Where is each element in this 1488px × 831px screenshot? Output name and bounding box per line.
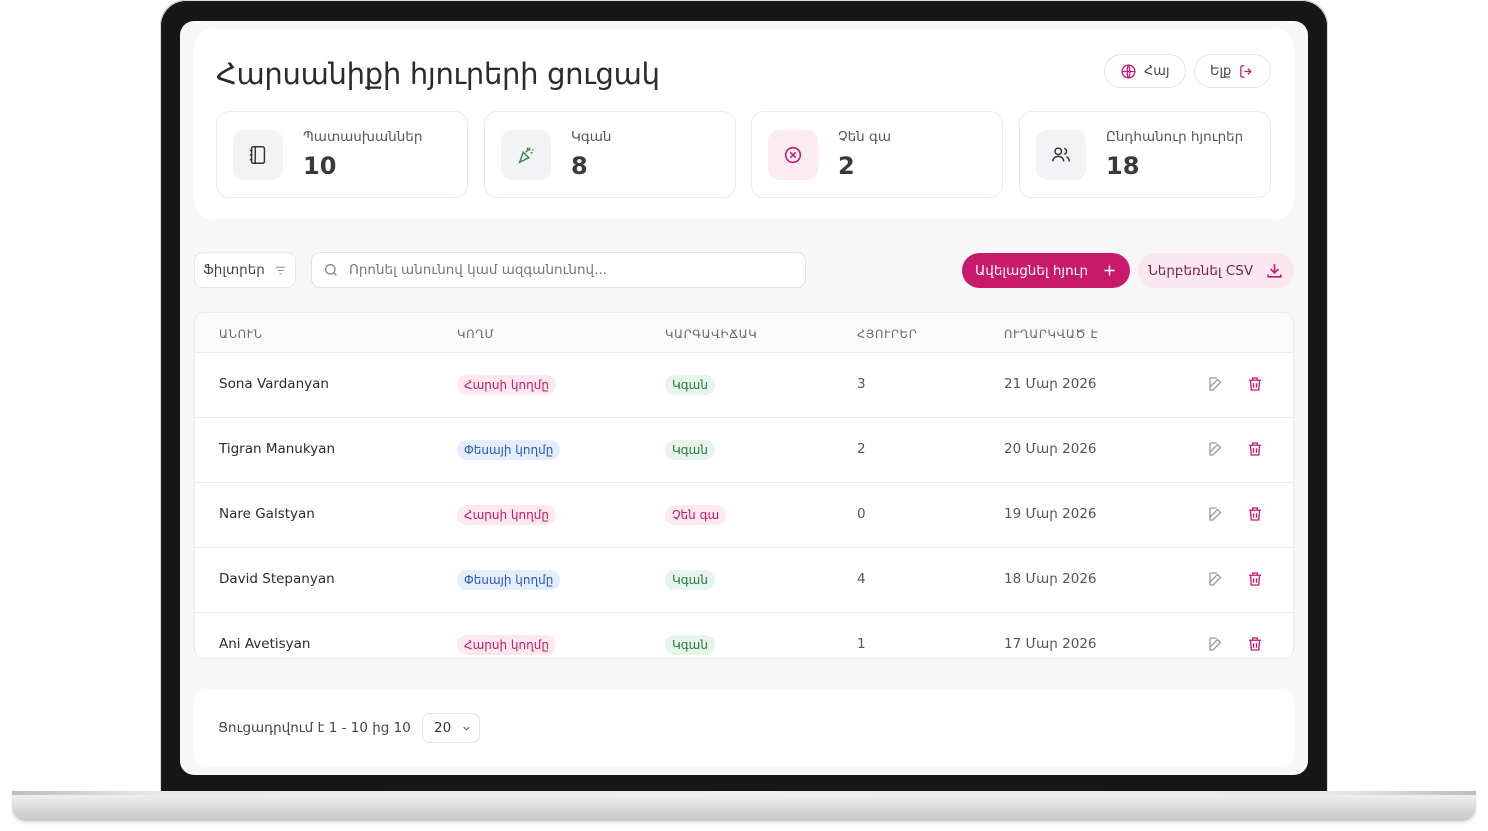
table-row: Nare Galstyan Հարսի կողմը Չեն գա 0 19 Մա… (195, 483, 1293, 548)
column-header-side[interactable]: ԿՈՂՄ (457, 327, 494, 341)
guest-count: 3 (857, 376, 866, 392)
filter-lines-icon (275, 266, 286, 274)
edit-icon[interactable] (1207, 505, 1225, 523)
stat-value: 8 (571, 152, 588, 180)
guests-table: ԱՆՈՒՆ ԿՈՂՄ ԿԱՐԳԱՎԻՃԱԿ ՀՅՈՒՐԵՐ ՈՒՂԱՐԿՎԱԾ … (194, 312, 1294, 659)
edit-icon[interactable] (1207, 635, 1225, 653)
add-guest-button[interactable]: Ավելացնել հյուր (962, 253, 1130, 288)
status-badge: Կգան (665, 375, 715, 395)
stat-label: Պատասխաններ (303, 129, 423, 145)
delete-icon[interactable] (1246, 570, 1264, 588)
stat-label: Չեն գա (838, 129, 892, 145)
search-box[interactable] (311, 252, 806, 288)
guest-count: 2 (857, 441, 866, 457)
table-row: Sona Vardanyan Հարսի կողմը Կգան 3 21 Մար… (195, 353, 1293, 418)
guest-count: 4 (857, 571, 866, 587)
guest-name: Tigran Manukyan (219, 441, 336, 457)
guest-name: David Stepanyan (219, 571, 335, 587)
stat-declined: Չեն գա 2 (751, 111, 1003, 198)
language-button[interactable]: Հայ (1104, 54, 1186, 88)
guest-count: 0 (857, 506, 866, 522)
laptop-base (12, 791, 1476, 821)
stat-total-guests: Ընդհանուր հյուրեր 18 (1019, 111, 1271, 198)
delete-icon[interactable] (1246, 375, 1264, 393)
table-header: ԱՆՈՒՆ ԿՈՂՄ ԿԱՐԳԱՎԻՃԱԿ ՀՅՈՒՐԵՐ ՈՒՂԱՐԿՎԱԾ … (195, 313, 1293, 353)
pagination-summary: Ցուցադրվում է 1 - 10 ից 10 (218, 720, 411, 736)
filters-button[interactable]: Ֆիլտրեր (194, 252, 296, 288)
status-badge: Կգան (665, 635, 715, 655)
sent-date: 17 Մար 2026 (1004, 636, 1097, 652)
filters-label: Ֆիլտրեր (203, 262, 265, 278)
globe-icon (1121, 63, 1136, 79)
app-screen: Հարսանիքի հյուրերի ցուցակ Հայ Ելք Պատասխ… (180, 21, 1308, 775)
status-badge: Կգան (665, 440, 715, 460)
column-header-name[interactable]: ԱՆՈՒՆ (219, 327, 263, 341)
search-icon (325, 264, 337, 276)
guest-name: Sona Vardanyan (219, 376, 329, 392)
side-badge: Հարսի կողմը (457, 635, 556, 655)
guest-count: 1 (857, 636, 866, 652)
side-badge: Հարսի կողմը (457, 375, 556, 395)
sent-date: 21 Մար 2026 (1004, 376, 1097, 392)
logout-icon (1240, 64, 1252, 78)
add-guest-label: Ավելացնել հյուր (974, 262, 1089, 279)
edit-icon[interactable] (1207, 375, 1225, 393)
logout-button[interactable]: Ելք (1194, 54, 1272, 88)
side-badge: Փեսայի կողմը (457, 440, 561, 460)
delete-icon[interactable] (1246, 635, 1264, 653)
stat-value: 18 (1106, 152, 1140, 180)
column-header-guests[interactable]: ՀՅՈՒՐԵՐ (857, 327, 917, 341)
column-header-status[interactable]: ԿԱՐԳԱՎԻՃԱԿ (665, 327, 757, 341)
stat-label: Ընդհանուր հյուրեր (1106, 129, 1244, 145)
edit-icon[interactable] (1207, 440, 1225, 458)
stat-label: Կգան (571, 129, 612, 145)
plus-icon (1104, 265, 1115, 276)
chevron-down-icon (463, 726, 470, 731)
delete-icon[interactable] (1246, 440, 1264, 458)
download-icon (1267, 264, 1282, 278)
logout-label: Ելք (1210, 63, 1232, 79)
language-label: Հայ (1144, 63, 1170, 79)
column-header-sent[interactable]: ՈՒՂԱՐԿՎԱԾ Է (1004, 327, 1099, 341)
users-icon (1036, 130, 1086, 180)
page-size-select[interactable]: 20 (422, 713, 480, 743)
header-card: Հարսանիքի հյուրերի ցուցակ Հայ Ելք Պատասխ… (194, 29, 1294, 219)
side-badge: Փեսայի կողմը (457, 570, 561, 590)
stat-value: 10 (303, 152, 337, 180)
status-badge: Կգան (665, 570, 715, 590)
page-size-value: 20 (434, 720, 452, 736)
guest-name: Ani Avetisyan (219, 636, 311, 652)
guest-name: Nare Galstyan (219, 506, 315, 522)
delete-icon[interactable] (1246, 505, 1264, 523)
page-title: Հարսանիքի հյուրերի ցուցակ (216, 57, 660, 91)
status-badge: Չեն գա (665, 505, 727, 525)
pagination-bar: Ցուցադրվում է 1 - 10 ից 10 20 (194, 689, 1294, 767)
party-popper-icon (501, 130, 551, 180)
export-csv-label: Ներբեռնել CSV (1147, 262, 1254, 279)
export-csv-button[interactable]: Ներբեռնել CSV (1138, 253, 1294, 288)
stat-value: 2 (838, 152, 855, 180)
x-circle-icon (768, 130, 818, 180)
sent-date: 20 Մար 2026 (1004, 441, 1097, 457)
sent-date: 18 Մար 2026 (1004, 571, 1097, 587)
table-row: Tigran Manukyan Փեսայի կողմը Կգան 2 20 Մ… (195, 418, 1293, 483)
stat-responses: Պատասխաններ 10 (216, 111, 468, 198)
side-badge: Հարսի կողմը (457, 505, 556, 525)
sent-date: 19 Մար 2026 (1004, 506, 1097, 522)
search-input[interactable] (349, 262, 779, 278)
table-row: David Stepanyan Փեսայի կողմը Կգան 4 18 Մ… (195, 548, 1293, 613)
edit-icon[interactable] (1207, 570, 1225, 588)
table-row: Ani Avetisyan Հարսի կողմը Կգան 1 17 Մար … (195, 613, 1293, 658)
notebook-icon (233, 130, 283, 180)
stat-attending: Կգան 8 (484, 111, 736, 198)
